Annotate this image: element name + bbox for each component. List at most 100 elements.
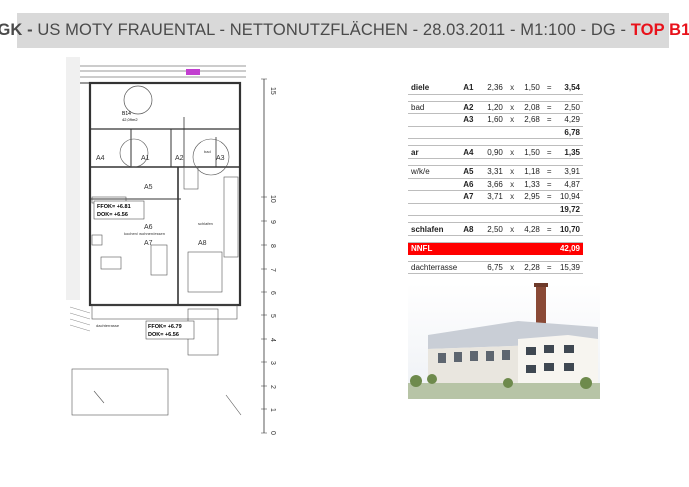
dimension-b: 2,68 <box>518 113 543 127</box>
area-row: A3 1,60 x 2,68 = 4,29 <box>408 113 583 127</box>
area-result: 10,70 <box>555 222 583 236</box>
dimension-b: 1,50 <box>518 145 543 159</box>
area-row: w/k/e A5 3,31 x 1,18 = 3,91 <box>408 165 583 179</box>
area-row: diele A1 2,36 x 1,50 = 3,54 <box>408 82 583 95</box>
area-row <box>408 138 583 147</box>
equals-sign: = <box>542 190 556 204</box>
area-code <box>460 261 482 275</box>
spacer-cell <box>408 138 583 147</box>
equals-sign: = <box>542 178 556 192</box>
area-row: NNFL 42,09 <box>408 242 583 255</box>
room-a8: A8 <box>198 240 207 247</box>
area-code: A5 <box>460 165 482 179</box>
room-a6: A6 <box>144 224 153 231</box>
equals-sign: = <box>542 261 556 275</box>
area-result: 3,54 <box>555 82 583 95</box>
area-row: A6 3,66 x 1,33 = 4,87 <box>408 178 583 192</box>
dimension-a: 3,66 <box>481 178 506 192</box>
times-sign: x <box>505 165 519 179</box>
scale-7: 7 <box>269 268 276 272</box>
times-sign: x <box>505 261 519 275</box>
dimension-b: 1,50 <box>518 82 543 95</box>
empty-cell <box>505 203 519 217</box>
subtotal-cell: 19,72 <box>555 203 583 217</box>
empty-cell <box>408 126 461 140</box>
scale-1: 1 <box>269 408 276 412</box>
area-row: 6,78 <box>408 126 583 140</box>
kitchen-label: kochen/ wohnen/essen <box>124 231 165 236</box>
dimension-a: 1,60 <box>481 113 506 127</box>
spacer-cell <box>408 158 583 166</box>
nnfl-total: 42,09 <box>555 242 583 255</box>
room-name: diele <box>408 82 461 95</box>
area-row <box>408 235 583 243</box>
room-a7: A7 <box>144 240 153 247</box>
room-name <box>408 113 461 127</box>
area-row: schlafen A8 2,50 x 4,28 = 10,70 <box>408 222 583 236</box>
empty-cell <box>505 126 519 140</box>
area-code: A3 <box>460 113 482 127</box>
spacer-cell <box>408 235 583 243</box>
empty-cell <box>481 126 506 140</box>
empty-cell <box>518 126 543 140</box>
dok-tag-2: DOK= +6.56 <box>148 332 179 338</box>
area-result: 10,94 <box>555 190 583 204</box>
empty-cell <box>481 203 506 217</box>
area-code: A8 <box>460 222 482 236</box>
terrace-label: dachterrasse <box>96 323 120 328</box>
dimension-b: 1,18 <box>518 165 543 179</box>
scale-9: 9 <box>269 220 276 224</box>
subtotal-cell: 6,78 <box>555 126 583 140</box>
dimension-a: 3,31 <box>481 165 506 179</box>
area-result: 15,39 <box>555 261 583 275</box>
title-unit: TOP B14 <box>630 21 689 39</box>
dok-tag-1: DOK= +6.56 <box>97 212 128 218</box>
room-a4: A4 <box>96 155 105 162</box>
spacer-cell <box>408 94 583 102</box>
times-sign: x <box>505 145 519 159</box>
empty-cell <box>408 203 461 217</box>
room-name: schlafen <box>408 222 461 236</box>
equals-sign: = <box>542 113 556 127</box>
dimension-a: 2,50 <box>481 222 506 236</box>
scale-5: 5 <box>269 314 276 318</box>
dimension-a: 1,20 <box>481 101 506 115</box>
times-sign: x <box>505 113 519 127</box>
room-name: w/k/e <box>408 165 461 179</box>
times-sign: x <box>505 190 519 204</box>
room-name: dachterrasse <box>408 261 461 275</box>
room-a5: A5 <box>144 184 153 191</box>
dimension-b: 4,28 <box>518 222 543 236</box>
room-name <box>408 190 461 204</box>
dimension-a: 6,75 <box>481 261 506 275</box>
area-code: A4 <box>460 145 482 159</box>
area-code: A1 <box>460 82 482 95</box>
area-table: diele A1 2,36 x 1,50 = 3,54 bad A2 1,20 x 2,08 = 2,50… <box>408 82 583 275</box>
times-sign: x <box>505 178 519 192</box>
dimension-b: 2,95 <box>518 190 543 204</box>
empty-cell <box>460 203 482 217</box>
bedroom-label: schlafen <box>198 221 213 226</box>
area-code: A6 <box>460 178 482 192</box>
dimension-b: 2,28 <box>518 261 543 275</box>
ffok-tag-1: FFOK= +6.81 <box>97 204 131 210</box>
area-code: A2 <box>460 101 482 115</box>
area-result: 2,50 <box>555 101 583 115</box>
scale-6: 6 <box>269 291 276 295</box>
floor-plan: B14 42,09m2 A1 A2 A3 A4 A5 A6 A7 A8 koch… <box>66 57 291 435</box>
room-name <box>408 178 461 192</box>
area-row: ar A4 0,90 x 1,50 = 1,35 <box>408 145 583 159</box>
dimension-b: 2,08 <box>518 101 543 115</box>
bath-label: bad <box>204 149 211 154</box>
area-row <box>408 215 583 224</box>
scale-4: 4 <box>269 338 276 342</box>
scale-10: 10 <box>269 195 276 203</box>
equals-sign: = <box>542 101 556 115</box>
area-row <box>408 94 583 102</box>
area-result: 4,29 <box>555 113 583 127</box>
equals-sign: = <box>542 165 556 179</box>
room-name: ar <box>408 145 461 159</box>
room-a2: A2 <box>175 155 184 162</box>
area-row <box>408 158 583 166</box>
equals-sign: = <box>542 145 556 159</box>
